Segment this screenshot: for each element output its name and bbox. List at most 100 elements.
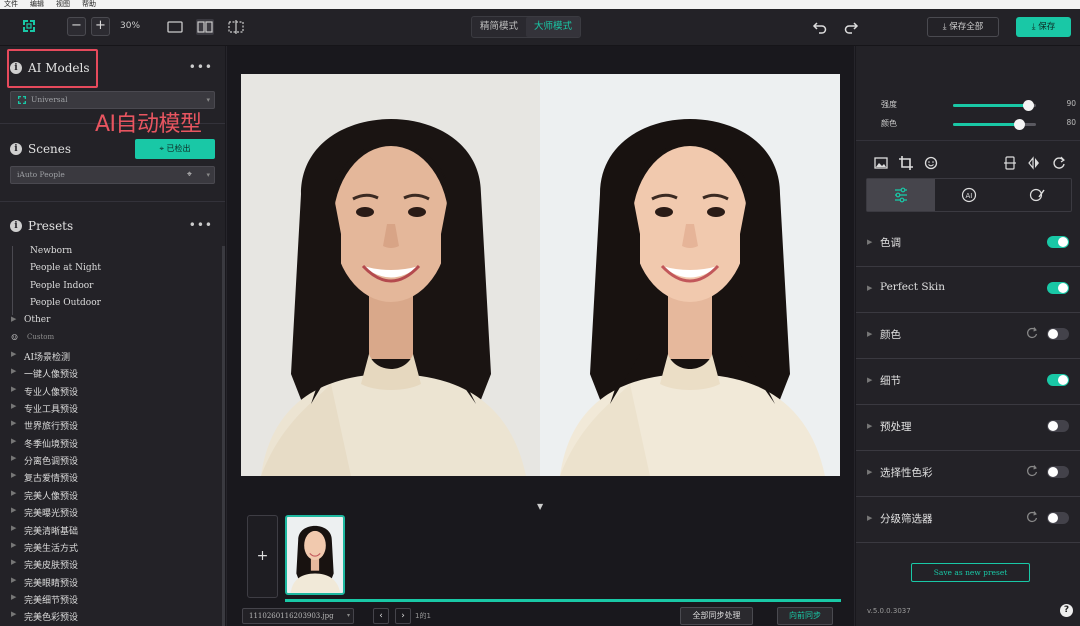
scene-select[interactable]: iAuto People ⌖ ▾ xyxy=(10,166,215,184)
filmstrip-toggle-icon[interactable]: ▼ xyxy=(537,502,543,511)
toggle-switch[interactable] xyxy=(1047,466,1069,478)
tree-item[interactable]: People Indoor xyxy=(0,280,222,299)
tree-item[interactable]: ▶ 一键人像预设 xyxy=(0,367,222,384)
tree-item[interactable]: ▶ 分离色调预设 xyxy=(0,454,222,471)
chevron-right-icon[interactable]: ▶ xyxy=(11,454,16,462)
next-page-button[interactable]: › xyxy=(395,608,411,624)
reset-icon[interactable] xyxy=(1026,327,1038,339)
chevron-right-icon[interactable]: ▶ xyxy=(11,367,16,375)
compare-view-icon[interactable] xyxy=(227,19,245,35)
tree-item[interactable]: ▶ 完美皮肤预设 xyxy=(0,558,222,575)
zoom-out-button[interactable]: − xyxy=(67,17,86,36)
chevron-right-icon[interactable]: ▶ xyxy=(867,376,872,384)
adjustment-row[interactable]: ▶ 预处理 xyxy=(856,405,1080,451)
chevron-right-icon[interactable]: ▶ xyxy=(11,402,16,410)
sync-all-button[interactable]: 全部同步处理 xyxy=(680,607,753,625)
sync-forward-button[interactable]: 向前同步 xyxy=(777,607,833,625)
tree-item[interactable]: ▶ 完美人像预设 xyxy=(0,489,222,506)
chevron-right-icon[interactable]: ▶ xyxy=(11,471,16,479)
tree-item[interactable]: ▶ 专业工具预设 xyxy=(0,402,222,419)
chevron-right-icon[interactable]: ▶ xyxy=(867,468,872,476)
prev-page-button[interactable]: ‹ xyxy=(373,608,389,624)
tree-item[interactable]: ▶ AI场景检测 xyxy=(0,350,222,367)
ai-models-more-icon[interactable]: ••• xyxy=(189,60,213,74)
tab-adjust[interactable] xyxy=(867,179,935,211)
toggle-switch[interactable] xyxy=(1047,236,1069,248)
single-view-icon[interactable] xyxy=(166,19,184,35)
tree-item[interactable]: ▶ 专业人像预设 xyxy=(0,385,222,402)
chevron-right-icon[interactable]: ▶ xyxy=(11,315,16,323)
toggle-switch[interactable] xyxy=(1047,282,1069,294)
chevron-right-icon[interactable]: ▶ xyxy=(11,558,16,566)
tree-item[interactable]: ▶ 完美细节预设 xyxy=(0,593,222,610)
tree-item[interactable]: Newborn xyxy=(0,246,222,264)
menu-view[interactable]: 视图 xyxy=(56,0,70,8)
mode-simple-tab[interactable]: 精简模式 xyxy=(472,17,526,37)
save-button[interactable]: ⤓ 保存 xyxy=(1016,17,1071,37)
adjustment-row[interactable]: ▶ 分级筛选器 xyxy=(856,497,1080,543)
menu-edit[interactable]: 编辑 xyxy=(30,0,44,8)
tree-item[interactable]: ▶ 世界旅行预设 xyxy=(0,419,222,436)
slider-handle[interactable] xyxy=(1014,119,1026,130)
zoom-in-button[interactable]: + xyxy=(91,17,110,36)
chevron-right-icon[interactable]: ▶ xyxy=(867,422,872,430)
chevron-right-icon[interactable]: ▶ xyxy=(867,284,872,292)
flip-vertical-icon[interactable] xyxy=(1003,156,1017,170)
adjustment-row[interactable]: ▶ 细节 xyxy=(856,359,1080,405)
detected-button[interactable]: ⌖ 已检出 xyxy=(135,139,215,159)
slider-track[interactable] xyxy=(953,100,1036,111)
adjustment-row[interactable]: ▶ 色调 xyxy=(856,221,1080,267)
flip-horizontal-icon[interactable] xyxy=(1027,156,1041,170)
chevron-right-icon[interactable]: ▶ xyxy=(867,514,872,522)
chevron-right-icon[interactable]: ▶ xyxy=(11,385,16,393)
adjustment-row[interactable]: ▶ 颜色 xyxy=(856,313,1080,359)
image-icon[interactable] xyxy=(874,156,888,170)
toggle-switch[interactable] xyxy=(1047,420,1069,432)
tree-item[interactable]: ☺ Custom xyxy=(0,333,222,350)
chevron-right-icon[interactable]: ▶ xyxy=(11,506,16,514)
tree-item[interactable]: People Outdoor xyxy=(0,298,222,316)
menu-help[interactable]: 帮助 xyxy=(82,0,96,8)
tree-item[interactable]: ▶ 冬季仙境预设 xyxy=(0,437,222,454)
tree-item[interactable]: ▶ 完美色彩预设 xyxy=(0,610,222,626)
mode-master-tab[interactable]: 大师模式 xyxy=(526,17,580,37)
tree-item[interactable]: ▶ 完美曝光预设 xyxy=(0,506,222,523)
chevron-right-icon[interactable]: ▶ xyxy=(11,593,16,601)
menu-file[interactable]: 文件 xyxy=(4,0,18,8)
chevron-right-icon[interactable]: ▶ xyxy=(11,350,16,358)
tab-brush[interactable] xyxy=(1003,179,1071,211)
slider-handle[interactable] xyxy=(1022,100,1034,111)
adjustment-row[interactable]: ▶ 选择性色彩 xyxy=(856,451,1080,497)
crop-icon[interactable] xyxy=(899,156,913,170)
slider-track[interactable] xyxy=(953,119,1036,130)
chevron-right-icon[interactable]: ▶ xyxy=(11,610,16,618)
chevron-right-icon[interactable]: ▶ xyxy=(11,524,16,532)
tab-ai-palette[interactable]: AI xyxy=(935,179,1003,211)
toggle-switch[interactable] xyxy=(1047,512,1069,524)
chevron-right-icon[interactable]: ▶ xyxy=(867,330,872,338)
tree-item[interactable]: ▶ 完美眼睛预设 xyxy=(0,576,222,593)
redo-icon[interactable] xyxy=(843,19,859,35)
undo-icon[interactable] xyxy=(812,19,828,35)
thumbnail[interactable] xyxy=(285,515,345,595)
help-icon[interactable]: ? xyxy=(1060,604,1073,617)
chevron-right-icon[interactable]: ▶ xyxy=(11,541,16,549)
adjustment-row[interactable]: ▶ Perfect Skin xyxy=(856,267,1080,313)
chevron-right-icon[interactable]: ▶ xyxy=(11,437,16,445)
tree-item[interactable]: ▶ 完美清晰基础 xyxy=(0,524,222,541)
reset-icon[interactable] xyxy=(1026,511,1038,523)
tree-item[interactable]: ▶ 完美生活方式 xyxy=(0,541,222,558)
add-image-button[interactable]: + xyxy=(247,515,278,598)
toggle-switch[interactable] xyxy=(1047,328,1069,340)
tree-item[interactable]: ▶ 复古爱情预设 xyxy=(0,471,222,488)
chevron-right-icon[interactable]: ▶ xyxy=(11,489,16,497)
photo-compare[interactable] xyxy=(241,74,840,476)
presets-more-icon[interactable]: ••• xyxy=(189,218,213,232)
presets-scrollbar[interactable] xyxy=(222,246,225,626)
split-view-icon[interactable] xyxy=(196,19,214,35)
save-all-button[interactable]: ⤓ 保存全部 xyxy=(927,17,999,37)
rotate-icon[interactable] xyxy=(1052,156,1066,170)
tree-item[interactable]: ▶ Other xyxy=(0,315,222,332)
chevron-right-icon[interactable]: ▶ xyxy=(11,576,16,584)
chevron-right-icon[interactable]: ▶ xyxy=(867,238,872,246)
